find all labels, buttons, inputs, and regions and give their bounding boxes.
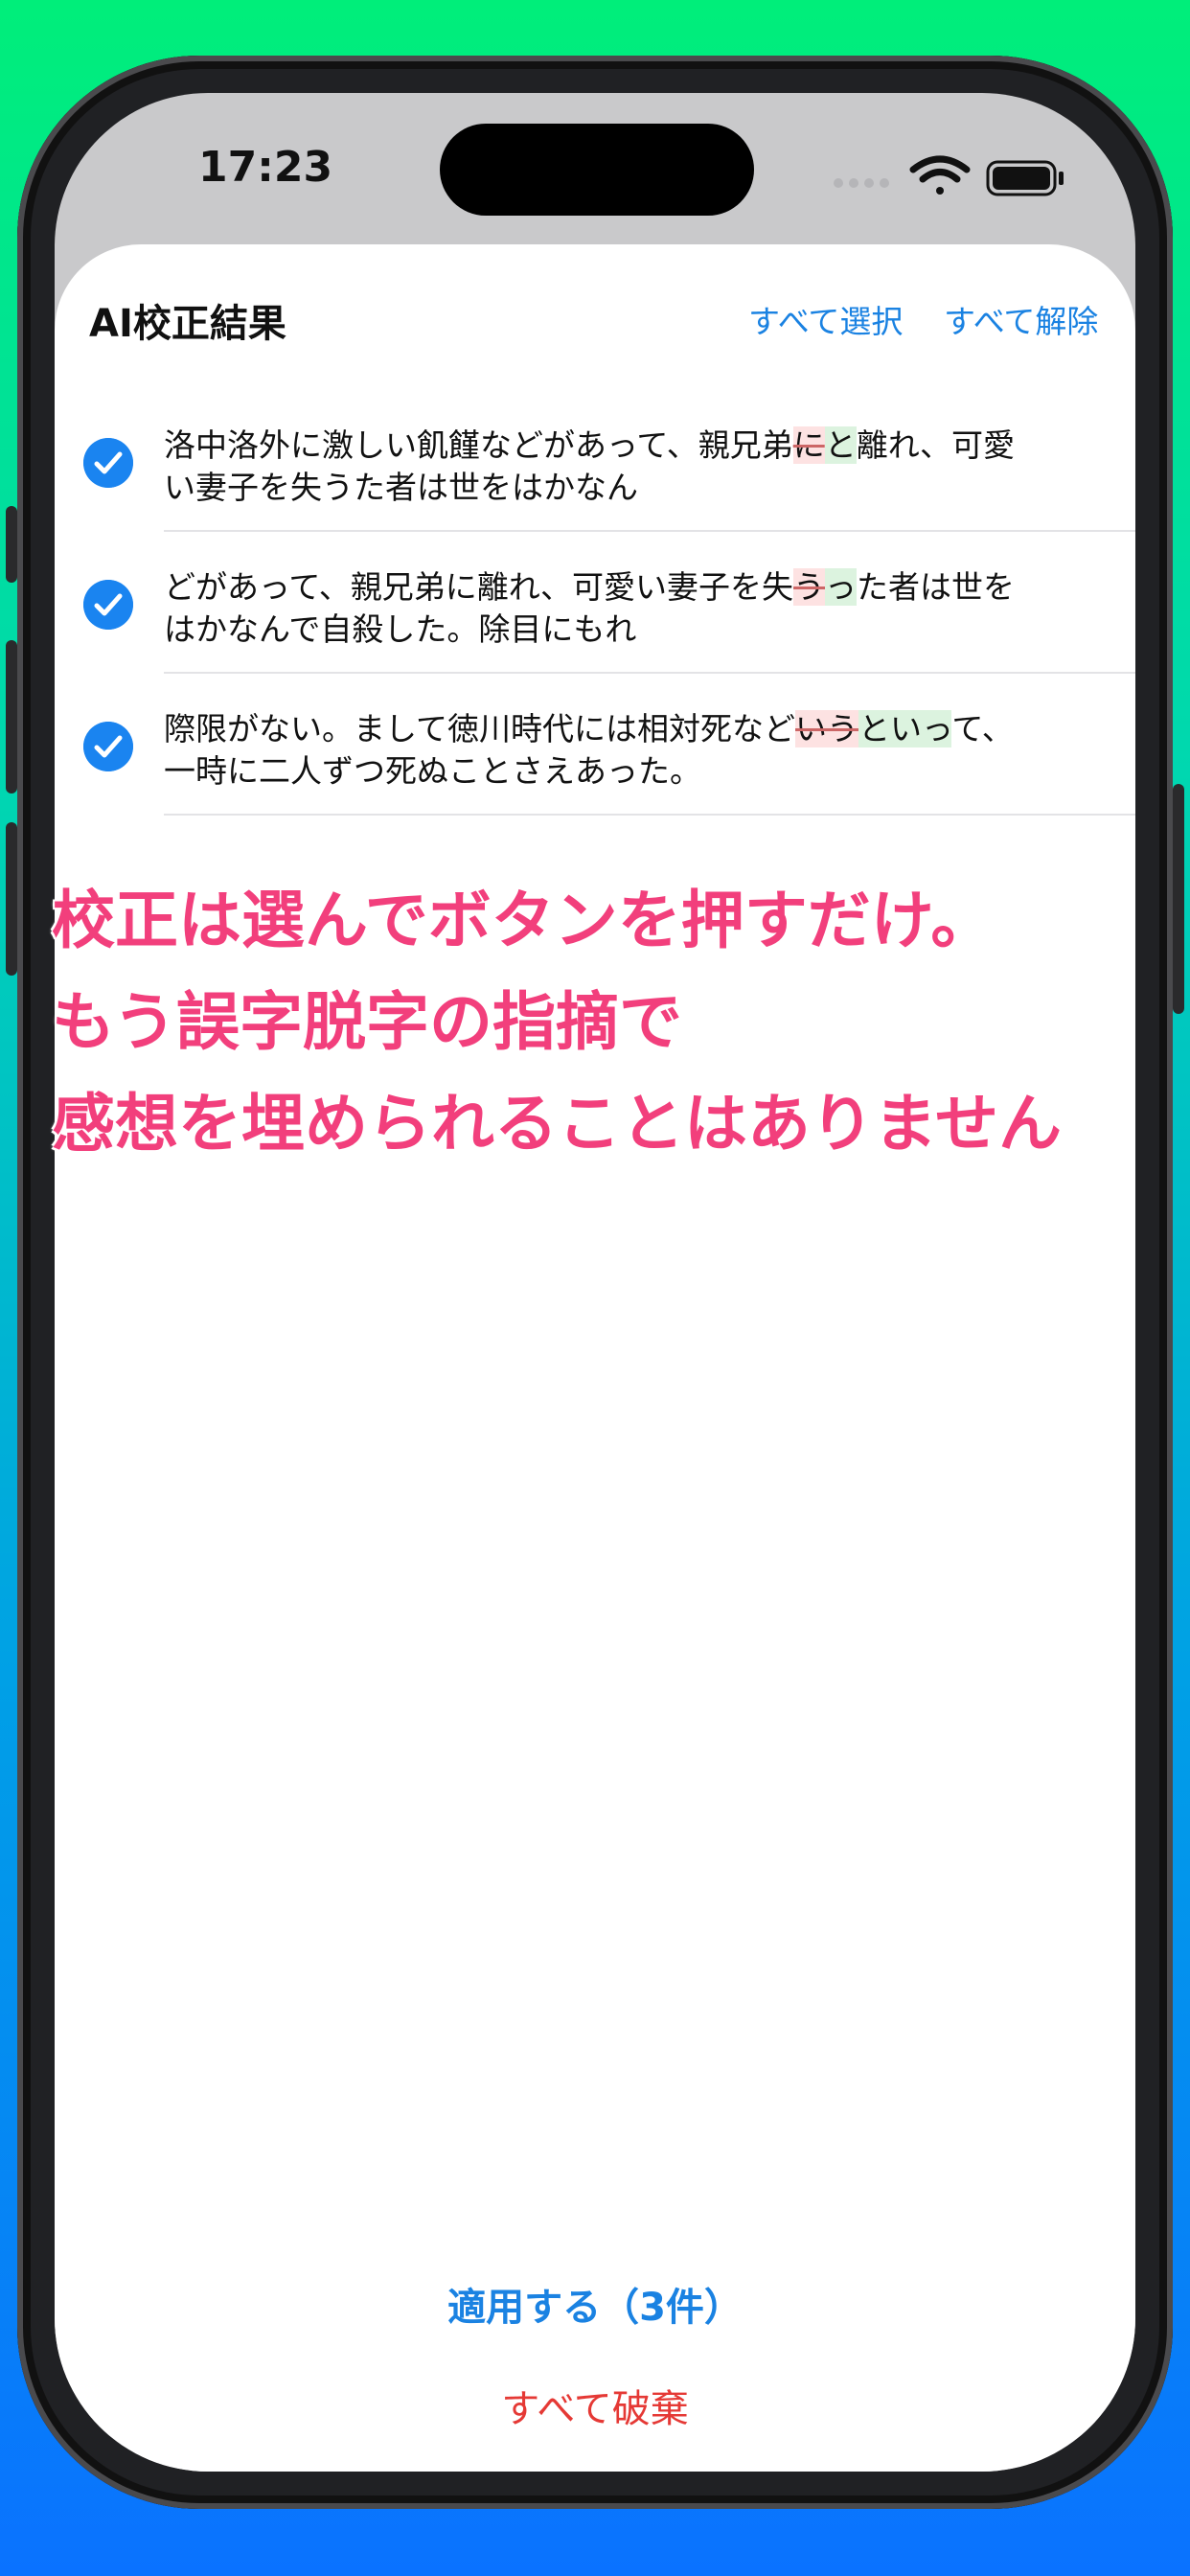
text-unchanged: い妻子を失うた者は世をはかなん (164, 469, 638, 506)
text-unchanged: 洛中洛外に激しい飢饉などがあって、親兄弟 (164, 426, 793, 464)
text-unchanged: た者は世を (857, 568, 1016, 606)
power-button (1173, 784, 1184, 1014)
volume-up-button (6, 640, 17, 794)
cellular-signal-icon (834, 178, 889, 188)
row-divider (164, 814, 1135, 816)
deleted-text: に (792, 426, 825, 464)
text-unchanged: 離れ、可愛 (856, 426, 1016, 464)
checkmark-circle-icon[interactable] (83, 580, 133, 630)
correction-text: 洛中洛外に激しい飢饉などがあって、親兄弟にと離れ、可愛 い妻子を失うた者は世をは… (164, 425, 1112, 509)
deselect-all-button[interactable]: すべて解除 (944, 296, 1098, 342)
promo-caption: 校正は選んでボタンを押すだけ。 もう誤字脱字の指摘で 感想を埋められることはあり… (52, 870, 1154, 1175)
correction-results-sheet: AI校正結果 すべて選択 すべて解除 洛中洛外に激しい飢饉などがあって、親兄弟に… (55, 244, 1135, 2472)
checkmark-circle-icon[interactable] (83, 722, 133, 771)
volume-down-button (6, 822, 17, 976)
sheet-title: AI校正結果 (89, 302, 286, 346)
apply-button[interactable]: 適用する（3件） (55, 2276, 1135, 2332)
text-unchanged: て、 (951, 710, 1014, 748)
correction-text: どがあって、親兄弟に離れ、可愛い妻子を失うった者は世を はかなんで自殺した。除目… (164, 566, 1112, 651)
battery-icon (986, 160, 1064, 196)
text-unchanged: 一時に二人ずつ死ぬことさえあった。 (164, 752, 701, 790)
inserted-text: といっ (858, 710, 952, 748)
correction-text: 際限がない。まして徳川時代には相対死などいうといって、 一時に二人ずつ死ぬことさ… (164, 708, 1112, 793)
dynamic-island (440, 124, 754, 216)
row-divider (164, 530, 1135, 532)
inserted-text: っ (825, 568, 858, 606)
row-divider (164, 672, 1135, 674)
promo-line: 感想を埋められることはありません (52, 1087, 1063, 1161)
phone-screen: 17:23 AI校正結果 すべて選択 すべて解除 洛中洛外に激しい飢饉などがあっ… (55, 93, 1135, 2472)
wifi-icon (909, 155, 971, 195)
promo-line: 校正は選んでボタンを押すだけ。 (52, 884, 995, 957)
select-all-button[interactable]: すべて選択 (748, 296, 903, 342)
discard-all-button[interactable]: すべて破棄 (55, 2378, 1135, 2433)
checkmark-circle-icon[interactable] (83, 438, 133, 488)
promo-line: もう誤字脱字の指摘で (52, 985, 683, 1059)
text-unchanged: 際限がない。まして徳川時代には相対死など (164, 710, 796, 748)
deleted-text: いう (795, 710, 859, 748)
inserted-text: と (824, 426, 857, 464)
text-unchanged: どがあって、親兄弟に離れ、可愛い妻子を失 (164, 568, 794, 606)
deleted-text: う (793, 568, 826, 606)
status-time: 17:23 (198, 143, 333, 192)
action-button (6, 506, 17, 583)
status-icons (834, 155, 1064, 196)
text-unchanged: はかなんで自殺した。除目にもれ (164, 610, 637, 648)
